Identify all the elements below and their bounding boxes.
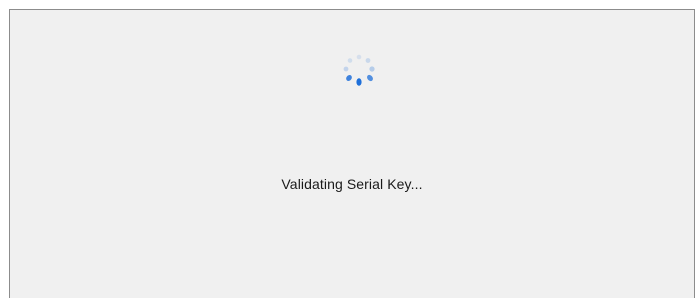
loading-spinner-icon bbox=[343, 54, 375, 86]
validation-dialog: Validating Serial Key... bbox=[9, 9, 695, 298]
status-text: Validating Serial Key... bbox=[281, 176, 423, 192]
